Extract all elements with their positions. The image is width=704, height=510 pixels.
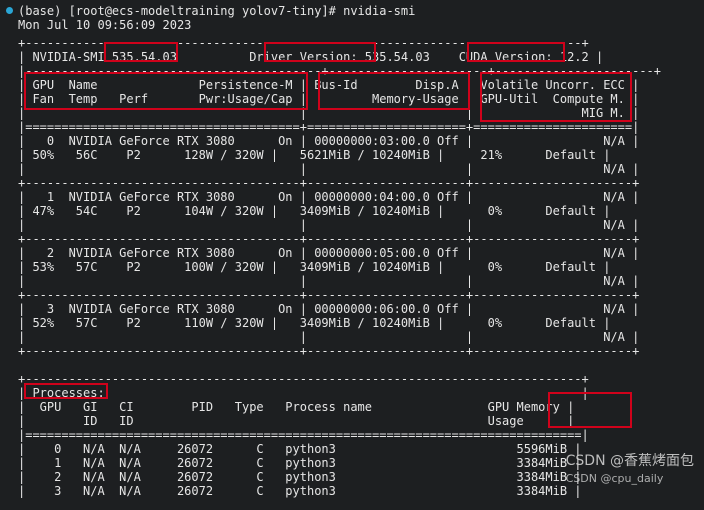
- output-line: | | | N/A |: [18, 274, 640, 288]
- output-line: | 0 NVIDIA GeForce RTX 3080 On | 0000000…: [18, 134, 640, 148]
- output-line: | Processes: |: [18, 386, 589, 400]
- output-line: | 3 N/A N/A 26072 C python3 3384MiB |: [18, 484, 582, 498]
- output-line: | ID ID Usage |: [18, 414, 575, 428]
- watermark: CSDN @香蕉烤面包 CSDN @cpu_daily: [548, 434, 694, 502]
- output-line: +--------------------------------------+…: [18, 344, 640, 358]
- prompt-status-icon: [6, 7, 13, 14]
- output-line: | | | N/A |: [18, 162, 640, 176]
- prompt-line: (base) [root@ecs-modeltraining yolov7-ti…: [18, 4, 416, 18]
- output-line: +---------------------------------------…: [18, 372, 589, 386]
- output-line: |======================================+…: [18, 120, 640, 134]
- output-line: | Fan Temp Perf Pwr:Usage/Cap | Memory-U…: [18, 92, 640, 106]
- output-line: | 0 N/A N/A 26072 C python3 5596MiB |: [18, 442, 582, 456]
- output-line: | | | N/A |: [18, 218, 640, 232]
- output-line: | 1 N/A N/A 26072 C python3 3384MiB |: [18, 456, 582, 470]
- output-line: | NVIDIA-SMI 535.54.03 Driver Version: 5…: [18, 50, 604, 64]
- output-line: | | | N/A |: [18, 330, 640, 344]
- output-line: | 52% 57C P2 110W / 320W | 3409MiB / 102…: [18, 316, 611, 330]
- output-line: +---------------------------------------…: [18, 36, 589, 50]
- output-line: |=======================================…: [18, 428, 589, 442]
- output-line: | 53% 57C P2 100W / 320W | 3409MiB / 102…: [18, 260, 611, 274]
- output-line: | 1 NVIDIA GeForce RTX 3080 On | 0000000…: [18, 190, 640, 204]
- output-line: |---------------------------------------…: [18, 64, 661, 78]
- output-line: | 2 NVIDIA GeForce RTX 3080 On | 0000000…: [18, 246, 640, 260]
- watermark-sub: CSDN @cpu_daily: [565, 472, 664, 485]
- output-line: +--------------------------------------+…: [18, 232, 640, 246]
- watermark-text: CSDN @香蕉烤面包: [565, 453, 694, 469]
- output-line: +--------------------------------------+…: [18, 288, 640, 302]
- terminal-window[interactable]: (base) [root@ecs-modeltraining yolov7-ti…: [0, 0, 704, 510]
- output-line: | | | MIG M. |: [18, 106, 640, 120]
- output-line: | GPU Name Persistence-M | Bus-Id Disp.A…: [18, 78, 640, 92]
- output-line: | GPU GI CI PID Type Process name GPU Me…: [18, 400, 575, 414]
- output-line: | 47% 54C P2 104W / 320W | 3409MiB / 102…: [18, 204, 611, 218]
- timestamp-line: Mon Jul 10 09:56:09 2023: [18, 18, 192, 32]
- output-line: +--------------------------------------+…: [18, 176, 640, 190]
- output-line: | 2 N/A N/A 26072 C python3 3384MiB |: [18, 470, 582, 484]
- output-line: | 3 NVIDIA GeForce RTX 3080 On | 0000000…: [18, 302, 640, 316]
- output-line: | 50% 56C P2 128W / 320W | 5621MiB / 102…: [18, 148, 611, 162]
